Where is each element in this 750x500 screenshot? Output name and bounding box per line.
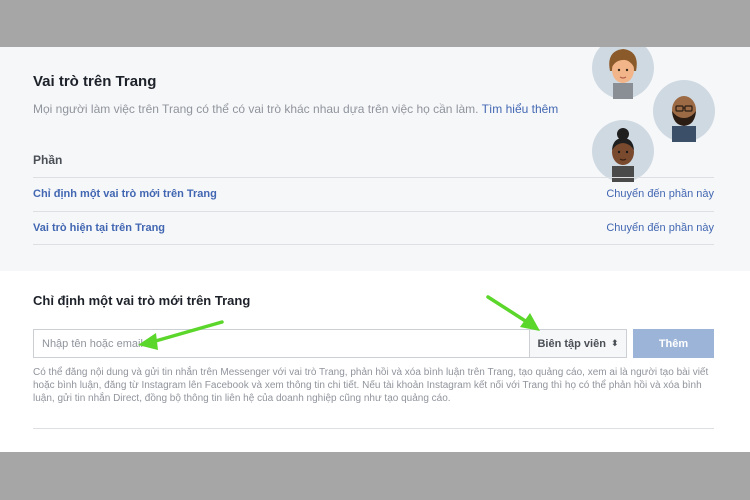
role-help-text: Có thể đăng nội dung và gửi tin nhắn trê… xyxy=(33,366,714,405)
chevron-updown-icon: ⬍ xyxy=(610,338,619,348)
name-email-field-wrap xyxy=(33,329,530,358)
section-row-current-roles: Vai trò hiện tại trên Trang Chuyển đến p… xyxy=(33,211,714,245)
jump-to-current-roles-link[interactable]: Chuyển đến phần này xyxy=(606,222,714,234)
jump-to-assign-role-link[interactable]: Chuyển đến phần này xyxy=(606,188,714,200)
avatar-bearded-man-icon xyxy=(653,80,715,142)
avatar-woman-icon xyxy=(592,47,654,99)
roles-description: Mọi người làm việc trên Trang có thể có … xyxy=(33,102,558,116)
page-roles-panel: Vai trò trên Trang Mọi người làm việc tr… xyxy=(0,47,750,452)
help-line: hoặc bình luận, đăng từ Instagram lên Fa… xyxy=(33,380,702,391)
help-line: Có thể đăng nội dung và gửi tin nhắn trê… xyxy=(33,367,709,378)
page-title: Vai trò trên Trang xyxy=(33,73,157,90)
roles-description-text: Mọi người làm việc trên Trang có thể có … xyxy=(33,102,479,116)
assign-role-heading: Chỉ định một vai trò mới trên Trang xyxy=(33,293,251,308)
section-link-assign-role[interactable]: Chỉ định một vai trò mới trên Trang xyxy=(33,188,217,200)
section-link-current-roles[interactable]: Vai trò hiện tại trên Trang xyxy=(33,222,165,234)
page-roles-section: Vai trò trên Trang Mọi người làm việc tr… xyxy=(0,47,750,271)
help-line: luận, gửi tin nhắn Direct, đồng bộ thông… xyxy=(33,393,451,404)
avatar-woman-bun-icon xyxy=(592,120,654,182)
name-email-input[interactable] xyxy=(34,330,529,357)
role-select[interactable]: Biên tập viên ⬍ xyxy=(529,329,627,358)
sections-heading: Phần xyxy=(33,153,63,167)
learn-more-link[interactable]: Tìm hiểu thêm xyxy=(482,102,559,116)
section-row-assign-role: Chỉ định một vai trò mới trên Trang Chuy… xyxy=(33,177,714,211)
role-select-value: Biên tập viên xyxy=(537,337,606,350)
assign-role-section: Chỉ định một vai trò mới trên Trang Biên… xyxy=(0,271,750,452)
add-button[interactable]: Thêm xyxy=(633,329,714,358)
divider xyxy=(33,428,714,429)
